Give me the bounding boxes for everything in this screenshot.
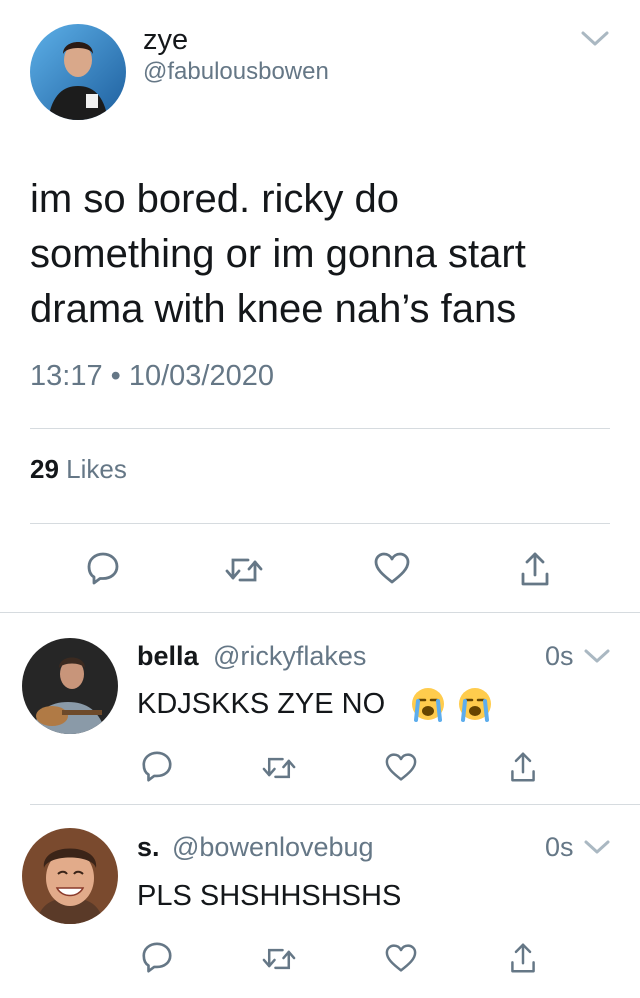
tweet-text: im so bored. ricky do something or im go… xyxy=(30,172,620,337)
retweet-icon[interactable] xyxy=(259,941,299,977)
tweet-date: 10/03/2020 xyxy=(128,360,275,392)
reply-icon[interactable] xyxy=(82,548,124,588)
likes-count: 29 xyxy=(30,454,59,484)
reply-icon[interactable] xyxy=(137,747,177,785)
chevron-down-icon[interactable] xyxy=(583,648,611,664)
timestamp-separator: • xyxy=(110,360,121,392)
share-icon[interactable] xyxy=(505,748,541,786)
like-icon[interactable] xyxy=(381,940,421,976)
reply-time: 0s xyxy=(545,832,574,862)
loudly-crying-face-icon xyxy=(457,686,493,722)
share-icon[interactable] xyxy=(505,939,541,977)
divider xyxy=(30,428,610,429)
retweet-icon[interactable] xyxy=(259,750,299,786)
retweet-icon[interactable] xyxy=(222,550,266,590)
reply-text: PLS SHSHHSHSHS xyxy=(137,880,402,912)
likes-label: Likes xyxy=(66,454,127,484)
chevron-down-icon[interactable] xyxy=(580,30,610,48)
divider xyxy=(30,804,640,805)
tweet-text-line: drama with knee nah’s fans xyxy=(30,287,517,331)
reply-display-name[interactable]: bella xyxy=(137,641,199,672)
divider xyxy=(0,612,640,613)
reply-avatar[interactable] xyxy=(22,638,118,734)
tweet-time: 13:17 xyxy=(30,360,103,392)
reply-time: 0s xyxy=(545,641,574,671)
loudly-crying-face-icon xyxy=(410,686,446,722)
reply-handle[interactable]: @rickyflakes xyxy=(213,641,366,672)
chevron-down-icon[interactable] xyxy=(583,839,611,855)
like-icon[interactable] xyxy=(381,749,421,785)
reply-text: KDJSKKS ZYE NO xyxy=(137,688,386,720)
main-avatar[interactable] xyxy=(30,24,126,120)
reply-handle[interactable]: @bowenlovebug xyxy=(172,832,374,863)
reply-avatar[interactable] xyxy=(22,828,118,924)
like-icon[interactable] xyxy=(370,548,414,588)
reply-icon[interactable] xyxy=(137,938,177,976)
divider xyxy=(30,523,610,524)
tweet-text-line: something or im gonna start xyxy=(30,232,526,276)
main-display-name[interactable]: zye xyxy=(143,24,188,57)
likes-stat[interactable]: 29 Likes xyxy=(30,454,127,485)
tweet-timestamp: 13:17 • 10/03/2020 xyxy=(30,360,274,393)
reply-display-name[interactable]: s. xyxy=(137,832,160,863)
main-handle[interactable]: @fabulousbowen xyxy=(143,58,329,86)
tweet-text-line: im so bored. ricky do xyxy=(30,177,400,221)
share-icon[interactable] xyxy=(515,548,555,590)
